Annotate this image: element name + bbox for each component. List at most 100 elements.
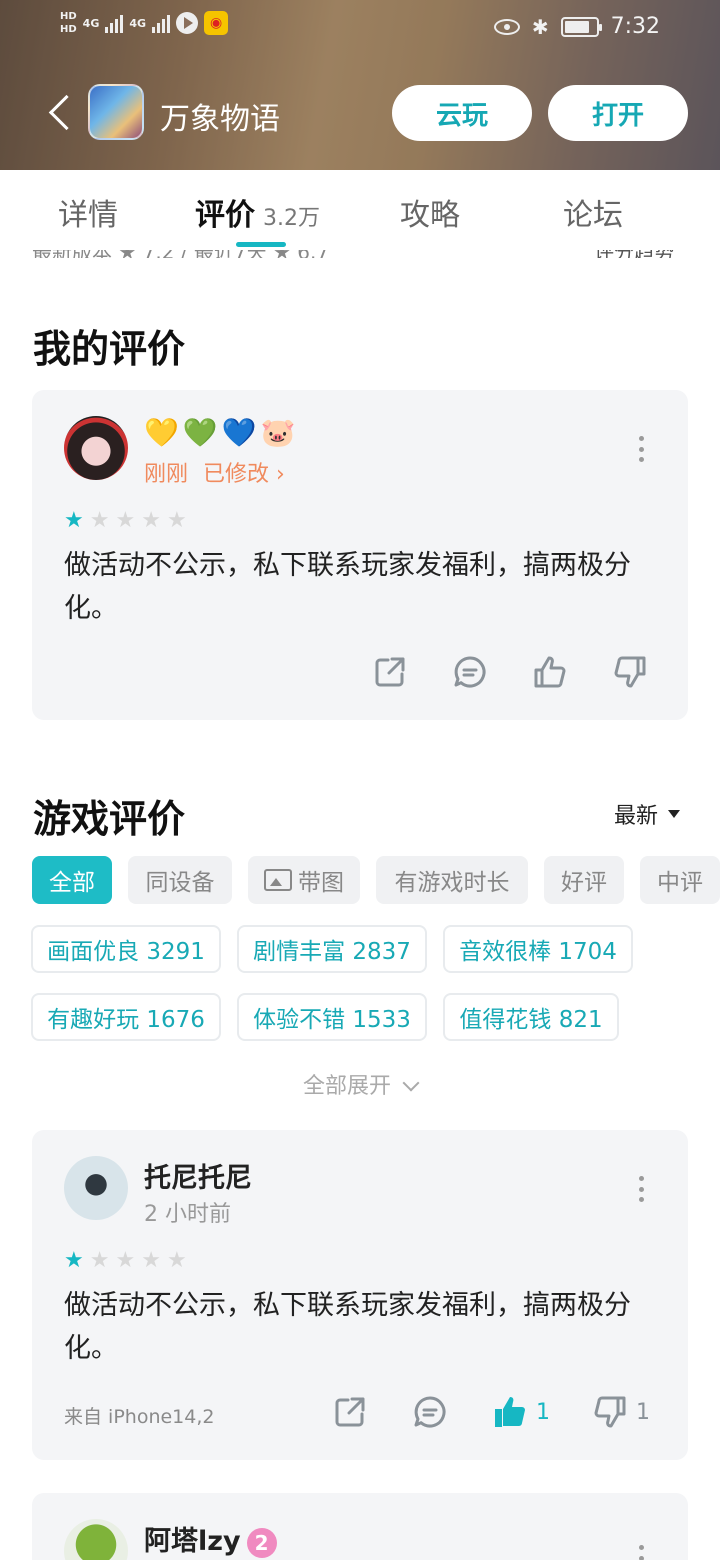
tab-guides[interactable]: 攻略 — [400, 190, 460, 234]
star-icon-filled: ★ — [64, 508, 84, 533]
share-icon — [335, 1397, 365, 1427]
star-icon-empty: ★ — [141, 1248, 161, 1273]
star-icon-filled: ★ — [64, 1248, 84, 1273]
thumbs-down-icon — [614, 656, 646, 688]
filter-with-image[interactable]: 带图 — [248, 856, 360, 904]
my-review-card: 💛💚💙🐷 刚刚 已修改 › ★ ★ ★ ★ ★ 做活动不公示，私下联系玩家发福利… — [32, 390, 688, 720]
star-icon-empty: ★ — [89, 508, 110, 533]
star-icon-empty: ★ — [141, 508, 161, 533]
hd-label-1: HD — [60, 11, 77, 22]
sort-label: 最新 — [613, 804, 658, 829]
username: 阿塔lzy — [144, 1526, 241, 1557]
hd-label-2: HD — [60, 24, 77, 35]
avatar[interactable] — [64, 1156, 128, 1220]
review-actions — [32, 654, 688, 694]
share-button[interactable] — [332, 1394, 368, 1430]
comment-button[interactable] — [452, 654, 488, 690]
filter-chips: 全部 同设备 带图 有游戏时长 好评 中评 — [32, 856, 720, 904]
eye-comfort-icon — [493, 18, 520, 35]
review-text: 做活动不公示，私下联系玩家发福利，搞两极分化。 — [64, 1290, 631, 1364]
tab-details-label: 详情 — [58, 198, 118, 233]
filter-playtime[interactable]: 有游戏时长 — [376, 856, 528, 904]
tag-chip[interactable]: 画面优良 3291 — [31, 925, 221, 973]
tab-reviews-count: 3.2万 — [263, 206, 320, 231]
share-button[interactable] — [372, 654, 408, 690]
like-button[interactable] — [532, 654, 568, 690]
hd-indicator: HD HD — [60, 10, 77, 36]
review-text: 做活动不公示，私下联系玩家发福利，搞两极分化。 — [64, 550, 631, 624]
cloud-play-button[interactable]: 云玩 — [392, 85, 532, 141]
edited-label: 已修改 › — [203, 462, 285, 487]
sort-dropdown[interactable]: 最新 — [614, 798, 680, 830]
filter-positive[interactable]: 好评 — [544, 856, 624, 904]
my-review-title: 我的评价 — [33, 327, 186, 371]
filter-with-image-label: 带图 — [298, 870, 344, 896]
battery-icon — [560, 16, 602, 37]
thumbs-up-icon — [534, 656, 566, 688]
my-review-time: 刚刚 — [144, 462, 189, 487]
avatar[interactable] — [64, 416, 128, 480]
star-icon-empty: ★ — [89, 1248, 110, 1273]
app-name: 万象物语 — [160, 102, 280, 137]
tag-chip[interactable]: 体验不错 1533 — [237, 993, 427, 1041]
star-icon-empty: ★ — [166, 508, 187, 533]
status-bar: HD HD 4G 4G ◉ ✱ 7:32 — [0, 0, 720, 58]
tag-chip[interactable]: 剧情丰富 2837 — [237, 925, 427, 973]
star-icon-empty: ★ — [115, 1248, 136, 1273]
expand-all-label: 全部展开 — [302, 1074, 391, 1099]
more-options-icon[interactable] — [638, 1176, 644, 1202]
back-arrow-icon[interactable] — [46, 94, 70, 130]
review-card: 托尼托尼 2 小时前 ★ ★ ★ ★ ★ 做活动不公示，私下联系玩家发福利，搞两… — [32, 1130, 688, 1460]
dislike-button[interactable]: 1 — [592, 1394, 650, 1430]
tab-bar: 详情 评价 3.2万 攻略 论坛 — [0, 170, 720, 250]
review-time: 2 小时前 — [144, 1202, 231, 1227]
like-count: 1 — [536, 1399, 550, 1425]
star-icon-empty: ★ — [115, 508, 136, 533]
open-button[interactable]: 打开 — [548, 85, 688, 141]
signal-icon — [105, 13, 124, 33]
app-bar: 万象物语 云玩 打开 — [0, 80, 720, 146]
tab-reviews[interactable]: 评价 3.2万 — [195, 190, 320, 234]
review-card: 阿塔lzy 2 — [32, 1493, 688, 1560]
star-rating: ★ ★ ★ ★ ★ — [64, 1248, 187, 1273]
tab-reviews-label: 评价 — [195, 198, 255, 233]
chevron-down-icon — [402, 1074, 420, 1092]
bluetooth-icon: ✱ — [531, 14, 549, 39]
media-play-icon — [176, 12, 199, 34]
expand-all-button[interactable]: 全部展开 — [0, 1068, 720, 1100]
tag-chip[interactable]: 值得花钱 821 — [443, 993, 619, 1041]
tab-indicator — [236, 242, 286, 247]
more-options-icon[interactable] — [638, 436, 644, 462]
comment-icon — [414, 1396, 446, 1428]
my-review-meta[interactable]: 刚刚 已修改 › — [144, 456, 285, 488]
username[interactable]: 托尼托尼 — [144, 1156, 252, 1195]
caret-down-icon — [668, 810, 680, 818]
avatar[interactable] — [64, 1519, 128, 1560]
share-icon — [375, 657, 405, 687]
filter-all[interactable]: 全部 — [32, 856, 112, 904]
network-type-2: 4G — [129, 16, 147, 30]
tab-details[interactable]: 详情 — [58, 190, 118, 234]
level-badge: 2 — [246, 1527, 277, 1558]
username-row[interactable]: 阿塔lzy 2 — [144, 1519, 277, 1558]
signal-icon-2 — [152, 13, 171, 33]
filter-same-device[interactable]: 同设备 — [128, 856, 232, 904]
dislike-count: 1 — [636, 1399, 650, 1425]
like-button[interactable]: 1 — [492, 1394, 550, 1430]
star-icon-empty: ★ — [166, 1248, 187, 1273]
review-actions: 1 1 — [32, 1394, 688, 1434]
thumbs-up-filled-icon — [495, 1397, 525, 1427]
tag-chip[interactable]: 有趣好玩 1676 — [31, 993, 221, 1041]
game-reviews-title: 游戏评价 — [33, 797, 186, 841]
weibo-icon: ◉ — [204, 11, 229, 35]
network-type-1: 4G — [82, 16, 100, 30]
comment-icon — [454, 656, 486, 688]
tab-forum[interactable]: 论坛 — [563, 190, 623, 234]
more-options-icon[interactable] — [638, 1545, 644, 1560]
badge-emojis: 💛💚💙🐷 — [144, 416, 300, 449]
tag-chip[interactable]: 音效很棒 1704 — [443, 925, 633, 973]
dislike-button[interactable] — [612, 654, 648, 690]
clock: 7:32 — [610, 14, 660, 39]
comment-button[interactable] — [412, 1394, 448, 1430]
filter-neutral[interactable]: 中评 — [640, 856, 720, 904]
